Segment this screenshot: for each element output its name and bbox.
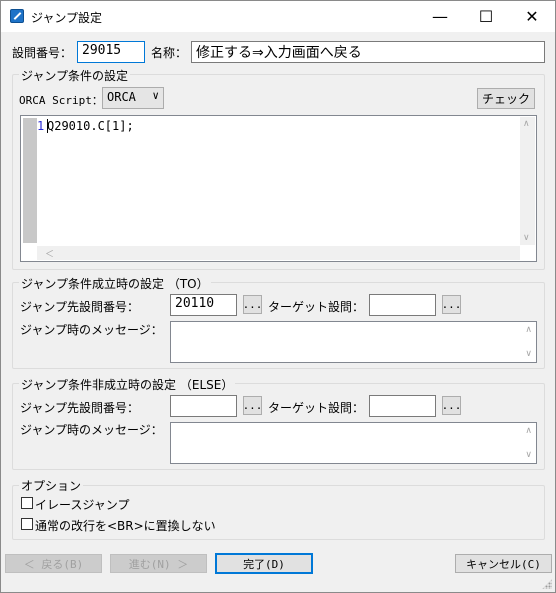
scroll-up-icon[interactable]: ∧ — [523, 119, 530, 129]
question-no-field[interactable]: 29015 — [77, 41, 145, 63]
to-dest-browse-button[interactable]: ... — [243, 295, 262, 314]
next-button[interactable]: 進む(N) ＞ — [110, 554, 207, 573]
resize-grip[interactable] — [542, 579, 552, 589]
else-group-title: ジャンプ条件非成立時の設定 （ELSE） — [19, 376, 236, 393]
maximize-button[interactable]: ☐ — [463, 1, 509, 32]
scroll-down-icon[interactable]: ∨ — [525, 450, 532, 460]
br-replace-label: 通常の改行を<BR>に置換しない — [35, 519, 216, 533]
erase-jump-label: イレースジャンプ — [35, 498, 130, 512]
to-dest-label: ジャンプ先設問番号： — [20, 300, 140, 314]
else-target-field[interactable] — [369, 395, 436, 417]
close-button[interactable]: ✕ — [509, 1, 555, 32]
else-dest-label: ジャンプ先設問番号： — [20, 401, 140, 415]
name-label: 名称： — [151, 46, 188, 60]
to-target-field[interactable] — [369, 294, 436, 316]
erase-jump-checkbox[interactable] — [21, 497, 33, 509]
scroll-down-icon[interactable]: ∨ — [523, 233, 530, 243]
script-select[interactable]: ORCA ∨ — [102, 87, 164, 109]
to-target-label: ターゲット設問： — [268, 300, 365, 314]
name-field[interactable]: 修正する⇒入力画面へ戻る — [191, 41, 545, 63]
editor-hscrollbar[interactable]: ＜ — [37, 246, 520, 260]
finish-button[interactable]: 完了(D) — [215, 553, 313, 574]
scroll-left-icon[interactable]: ＜ — [45, 247, 54, 260]
minimize-button[interactable]: — — [417, 1, 463, 32]
scroll-up-icon[interactable]: ∧ — [525, 426, 532, 436]
question-no-label: 設問番号： — [12, 46, 73, 60]
else-dest-browse-button[interactable]: ... — [243, 396, 262, 415]
app-icon — [10, 9, 24, 23]
to-group-title: ジャンプ条件成立時の設定 （TO） — [19, 275, 211, 292]
script-select-value: ORCA — [107, 90, 136, 104]
to-target-browse-button[interactable]: ... — [442, 295, 461, 314]
else-dest-field[interactable] — [170, 395, 237, 417]
back-button[interactable]: ＜ 戻る(B) — [5, 554, 102, 573]
condition-group-title: ジャンプ条件の設定 — [19, 67, 131, 84]
options-group-title: オプション — [19, 477, 84, 494]
script-label: ORCA Script： — [19, 94, 103, 107]
scroll-down-icon[interactable]: ∨ — [525, 349, 532, 359]
line-number: 1 — [37, 119, 45, 133]
check-button[interactable]: チェック — [477, 88, 535, 109]
window-title: ジャンプ設定 — [31, 11, 103, 25]
else-message-label: ジャンプ時のメッセージ： — [20, 423, 163, 437]
else-target-browse-button[interactable]: ... — [442, 396, 461, 415]
to-message-field[interactable]: ∧ ∨ — [170, 321, 537, 363]
to-dest-field[interactable]: 20110 — [170, 294, 237, 316]
chevron-down-icon: ∨ — [152, 89, 159, 102]
br-replace-checkbox[interactable] — [21, 518, 33, 530]
editor-gutter — [23, 118, 37, 243]
to-message-label: ジャンプ時のメッセージ： — [20, 323, 163, 337]
jump-settings-dialog: ジャンプ設定 — ☐ ✕ 設問番号： 29015 名称： 修正する⇒入力画面へ戻… — [0, 0, 556, 593]
script-editor[interactable]: 1 Q29010.C[1]; ∧ ∨ ＜ — [20, 115, 537, 262]
else-target-label: ターゲット設問： — [268, 401, 365, 415]
cancel-button[interactable]: キャンセル(C) — [455, 554, 552, 573]
editor-vscrollbar[interactable]: ∧ ∨ — [520, 117, 535, 245]
else-message-field[interactable]: ∧ ∨ — [170, 422, 537, 464]
scroll-up-icon[interactable]: ∧ — [525, 325, 532, 335]
script-code: Q29010.C[1]; — [47, 119, 134, 133]
title-bar: ジャンプ設定 — ☐ ✕ — [1, 1, 555, 32]
